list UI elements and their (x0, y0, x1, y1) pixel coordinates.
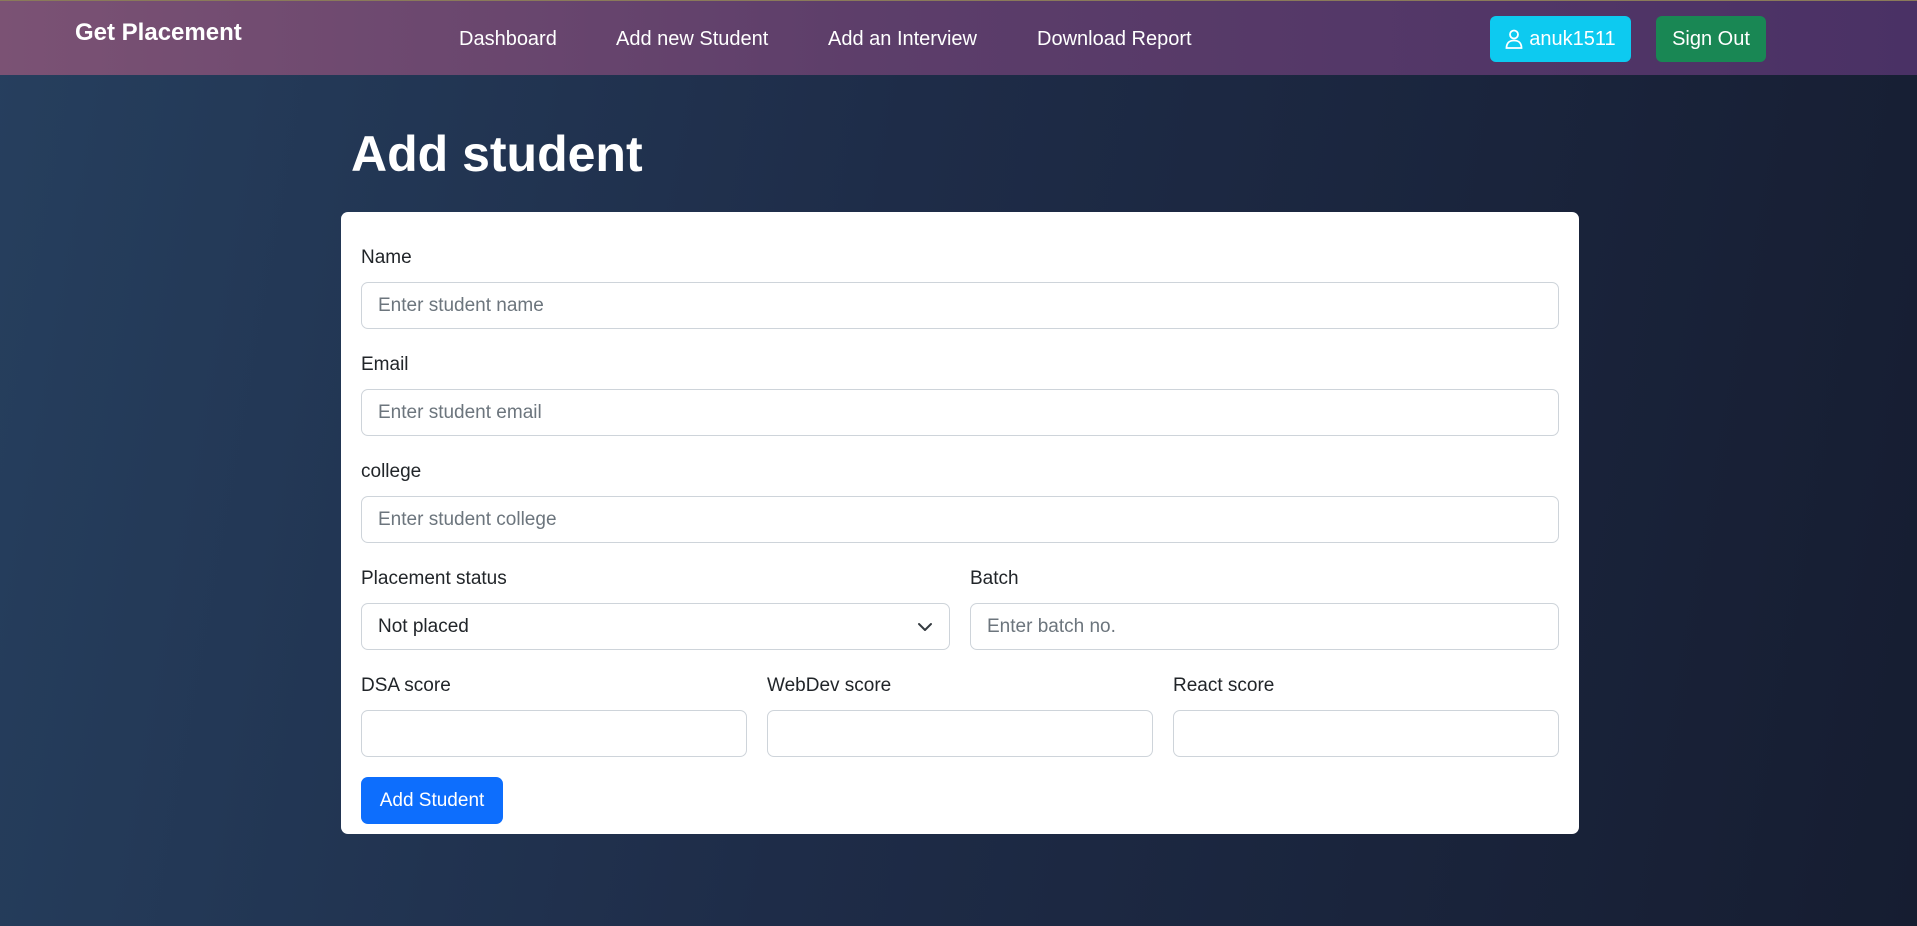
navbar: Get Placement Dashboard Add new Student … (0, 0, 1917, 75)
webdev-score-label: WebDev score (767, 675, 892, 696)
placement-status-value: Not placed (378, 615, 469, 637)
add-student-form: Name Email college Placement status Not … (341, 212, 1579, 834)
react-score-label: React score (1173, 675, 1275, 696)
chevron-down-icon (918, 622, 932, 631)
college-label: college (361, 461, 422, 482)
person-icon (1505, 29, 1523, 49)
name-label: Name (361, 247, 412, 268)
react-score-input[interactable] (1173, 710, 1559, 757)
placement-status-label: Placement status (361, 568, 507, 589)
nav-link-download-report[interactable]: Download Report (1037, 28, 1192, 51)
brand-logo[interactable]: Get Placement (75, 19, 242, 47)
placement-status-select[interactable]: Not placed (361, 603, 950, 650)
nav-link-add-student[interactable]: Add new Student (616, 28, 768, 51)
batch-label: Batch (970, 568, 1019, 589)
nav-link-dashboard[interactable]: Dashboard (459, 28, 557, 51)
batch-input[interactable] (970, 603, 1559, 650)
add-student-button[interactable]: Add Student (361, 777, 503, 824)
dsa-score-input[interactable] (361, 710, 747, 757)
webdev-score-input[interactable] (767, 710, 1153, 757)
email-input[interactable] (361, 389, 1559, 436)
nav-link-add-interview[interactable]: Add an Interview (828, 28, 977, 51)
email-label: Email (361, 354, 409, 375)
signout-button[interactable]: Sign Out (1656, 16, 1766, 62)
name-input[interactable] (361, 282, 1559, 329)
college-input[interactable] (361, 496, 1559, 543)
user-button[interactable]: anuk1511 (1490, 16, 1631, 62)
dsa-score-label: DSA score (361, 675, 451, 696)
page-title: Add student (351, 126, 643, 182)
user-button-label: anuk1511 (1529, 27, 1616, 50)
